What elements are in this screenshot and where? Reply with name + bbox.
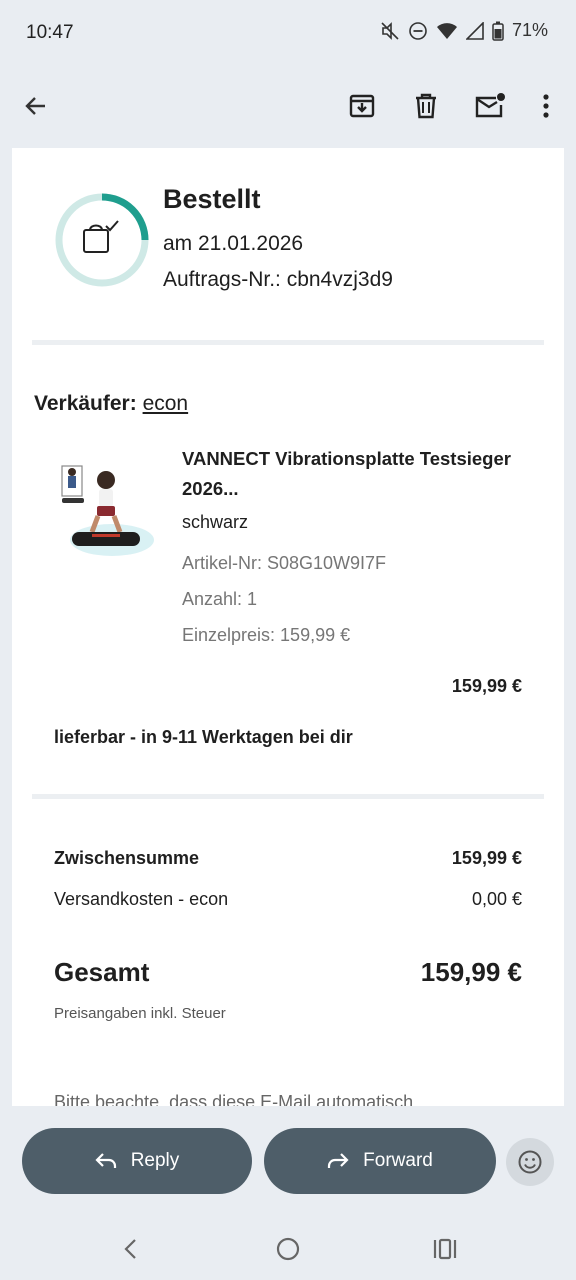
auto-email-notice: Bitte beachte, dass diese E-Mail automat…	[54, 1092, 414, 1106]
arrow-left-icon	[25, 97, 45, 115]
emoji-reaction-button[interactable]	[506, 1138, 554, 1186]
order-status-card: Bestellt am 21.01.2026 Auftrags-Nr.: cbn…	[32, 148, 544, 340]
reply-bar: Reply Forward	[0, 1106, 576, 1216]
system-nav-bar	[0, 1216, 576, 1280]
product-line-total: 159,99 €	[451, 676, 522, 696]
chevron-left-icon	[124, 1239, 136, 1259]
status-icons: 71%	[380, 20, 548, 41]
product-article-number: Artikel-Nr: S08G10W9I7F	[182, 553, 387, 573]
product-unit-price: Einzelpreis: 159,99 €	[182, 625, 351, 645]
total-row: Gesamt 159,99 €	[54, 957, 522, 988]
signal-icon	[465, 21, 484, 40]
subtotal-label: Zwischensumme	[54, 848, 200, 868]
trash-icon	[416, 93, 436, 119]
recents-icon	[433, 1238, 457, 1260]
dnd-icon	[409, 21, 427, 40]
shipping-row: Versandkosten - econ 0,00 €	[54, 889, 522, 910]
seller-label: Verkäufer:	[34, 392, 137, 415]
delivery-info: lieferbar - in 9-11 Werktagen bei dir	[54, 727, 353, 747]
subtotal-value: 159,99 €	[451, 848, 522, 868]
archive-icon	[349, 94, 375, 118]
email-toolbar	[0, 66, 576, 144]
divider	[32, 794, 544, 799]
product-variant: schwarz	[182, 512, 249, 532]
reply-label: Reply	[130, 1150, 180, 1171]
battery-icon	[492, 21, 504, 41]
forward-button[interactable]: Forward	[264, 1128, 496, 1194]
archive-button[interactable]	[344, 88, 380, 124]
wifi-icon	[436, 22, 457, 39]
mute-icon	[381, 21, 399, 40]
more-vert-icon	[543, 94, 549, 118]
product-name[interactable]: VANNECT Vibrationsplatte Testsieger 2026…	[182, 444, 532, 504]
seller-line: Verkäufer: econ	[34, 392, 188, 416]
nav-back-button[interactable]	[116, 1234, 146, 1264]
mark-unread-button[interactable]	[472, 88, 508, 124]
forward-label: Forward	[363, 1150, 433, 1171]
forward-icon	[328, 1153, 349, 1168]
home-circle-icon	[276, 1237, 300, 1261]
shipping-label: Versandkosten - econ	[54, 889, 229, 909]
shipping-value: 0,00 €	[471, 889, 522, 909]
status-bar: 10:47 71%	[0, 0, 576, 66]
back-button[interactable]	[18, 88, 54, 124]
email-body[interactable]: Bestellt am 21.01.2026 Auftrags-Nr.: cbn…	[12, 148, 564, 1106]
delete-button[interactable]	[408, 88, 444, 124]
mail-unread-icon	[475, 93, 505, 118]
tax-note: Preisangaben inkl. Steuer	[54, 1005, 226, 1022]
smiley-icon	[518, 1150, 542, 1174]
total-label: Gesamt	[54, 957, 150, 987]
subtotal-row: Zwischensumme 159,99 €	[54, 848, 522, 869]
nav-recents-button[interactable]	[430, 1234, 460, 1264]
battery-percent: 71%	[511, 20, 548, 40]
more-options-button[interactable]	[528, 88, 564, 124]
reply-icon	[95, 1153, 116, 1168]
total-value: 159,99 €	[420, 957, 522, 987]
nav-home-button[interactable]	[273, 1234, 303, 1264]
reply-button[interactable]: Reply	[22, 1128, 252, 1194]
product-image[interactable]	[56, 458, 156, 562]
clock: 10:47	[26, 22, 74, 43]
order-number: Auftrags-Nr.: cbn4vzj3d9	[163, 268, 393, 291]
seller-link[interactable]: econ	[143, 392, 189, 415]
product-quantity: Anzahl: 1	[182, 589, 258, 609]
shopping-bag-check-icon	[83, 220, 119, 253]
order-date: am 21.01.2026	[163, 232, 304, 255]
order-status-title: Bestellt	[163, 184, 261, 214]
divider	[32, 340, 544, 345]
